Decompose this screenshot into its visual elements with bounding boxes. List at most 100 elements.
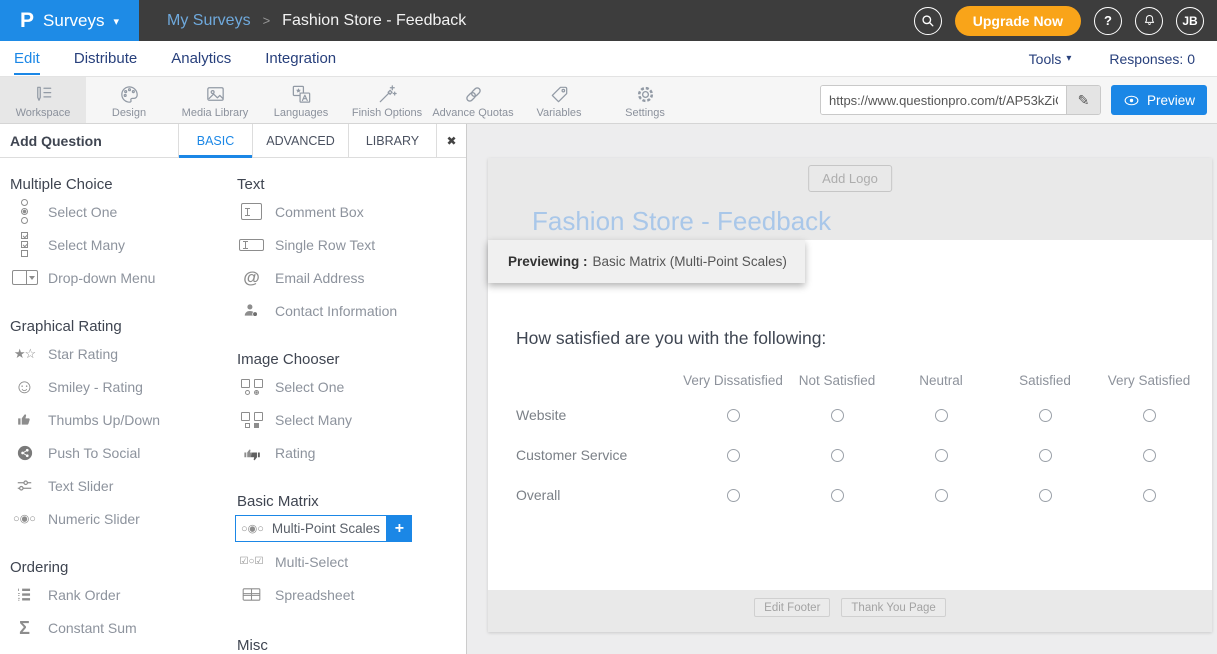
gear-icon [634, 83, 657, 106]
breadcrumb-current-survey: Fashion Store - Feedback [282, 12, 466, 30]
tools-label: Tools [1029, 51, 1062, 67]
tab-library[interactable]: LIBRARY [348, 124, 436, 157]
qtype-push-to-social[interactable]: Push To Social [8, 436, 235, 469]
close-panel-button[interactable]: ✖ [436, 124, 466, 157]
tools-dropdown[interactable]: Tools ▾ [1029, 51, 1072, 67]
radio-overall-very-satisfied[interactable] [1143, 489, 1156, 502]
qtype-rank-order[interactable]: Rank Order [8, 578, 235, 611]
qtype-spreadsheet[interactable]: Spreadsheet [235, 578, 465, 611]
thank-you-page-button[interactable]: Thank You Page [841, 598, 945, 617]
pencil-icon: ✎ [1078, 92, 1090, 109]
tab-edit[interactable]: Edit [14, 42, 40, 75]
avatar-initials: JB [1182, 14, 1197, 28]
add-logo-button[interactable]: Add Logo [808, 165, 892, 192]
qtype-select-many[interactable]: Select Many [8, 228, 235, 261]
qtype-dropdown-menu[interactable]: Drop-down Menu [8, 261, 235, 294]
section-text: Text [237, 176, 465, 193]
sliders-icon [11, 476, 38, 495]
question-preview: How satisfied are you with the following… [488, 240, 1212, 590]
previewing-value: Basic Matrix (Multi-Point Scales) [593, 254, 787, 269]
qtype-single-row-text[interactable]: Single Row Text [235, 228, 465, 261]
radio-overall-not-satisfied[interactable] [831, 489, 844, 502]
survey-nav-tabs: Edit Distribute Analytics Integration [14, 42, 336, 75]
add-question-header: Add Question BASIC ADVANCED LIBRARY ✖ [0, 124, 466, 158]
toolbar-languages[interactable]: Languages [258, 77, 344, 123]
toolbar-design[interactable]: Design [86, 77, 172, 123]
radio-website-satisfied[interactable] [1039, 409, 1052, 422]
radio-overall-neutral[interactable] [935, 489, 948, 502]
survey-url-input[interactable] [821, 86, 1066, 114]
qtype-image-rating[interactable]: Rating [235, 436, 465, 469]
search-icon [920, 13, 936, 29]
tab-analytics[interactable]: Analytics [171, 42, 231, 75]
toolbar-advance-quotas[interactable]: Advance Quotas [430, 77, 516, 123]
radio-customer-service-satisfied[interactable] [1039, 449, 1052, 462]
section-multiple-choice: Multiple Choice [10, 176, 235, 193]
numbered-list-icon [11, 585, 38, 604]
qtype-smiley-rating[interactable]: ☺ Smiley - Rating [8, 370, 235, 403]
chevron-down-icon: ▾ [113, 15, 119, 28]
radio-customer-service-very-dissatisfied[interactable] [727, 449, 740, 462]
help-button[interactable]: ? [1094, 7, 1122, 35]
edit-url-button[interactable]: ✎ [1066, 86, 1100, 114]
add-question-type-button[interactable]: + [387, 515, 412, 542]
breadcrumb-my-surveys[interactable]: My Surveys [167, 12, 251, 30]
qtype-contact-information[interactable]: Contact Information [235, 294, 465, 327]
radio-website-very-dissatisfied[interactable] [727, 409, 740, 422]
workspace-icon [32, 83, 55, 106]
qtype-email-address[interactable]: @ Email Address [235, 261, 465, 294]
qtype-numeric-slider[interactable]: ○◉○ Numeric Slider [8, 502, 235, 535]
row-label: Overall [516, 487, 681, 503]
radio-website-neutral[interactable] [935, 409, 948, 422]
toolbar-media-library[interactable]: Media Library [172, 77, 258, 123]
qtype-multi-select[interactable]: ☑○☑ Multi-Select [235, 545, 465, 578]
upgrade-now-button[interactable]: Upgrade Now [955, 6, 1081, 36]
toolbar-variables[interactable]: Variables [516, 77, 602, 123]
qtype-comment-box[interactable]: Comment Box [235, 195, 465, 228]
share-icon [11, 444, 38, 462]
toolbar-finish-options[interactable]: Finish Options [344, 77, 430, 123]
qtype-multi-point-scales-selected[interactable]: ○◉○ Multi-Point Scales + [235, 512, 465, 545]
tab-basic[interactable]: BASIC [178, 124, 252, 157]
user-avatar[interactable]: JB [1176, 7, 1204, 35]
close-icon: ✖ [446, 134, 456, 148]
qtype-text-slider[interactable]: Text Slider [8, 469, 235, 502]
qtype-image-select-one[interactable]: Select One [235, 370, 465, 403]
section-image-chooser: Image Chooser [237, 351, 465, 368]
spreadsheet-icon [238, 586, 265, 603]
qtype-partial-clipped[interactable] [8, 644, 235, 654]
toolbar-workspace[interactable]: Workspace [0, 77, 86, 123]
edit-footer-button[interactable]: Edit Footer [754, 598, 830, 617]
tab-integration[interactable]: Integration [265, 42, 336, 75]
radio-customer-service-very-satisfied[interactable] [1143, 449, 1156, 462]
search-button[interactable] [914, 7, 942, 35]
breadcrumb: My Surveys > Fashion Store - Feedback [167, 12, 466, 30]
qtype-star-rating[interactable]: ★☆ Star Rating [8, 337, 235, 370]
responses-count[interactable]: Responses: 0 [1109, 51, 1195, 67]
radio-website-not-satisfied[interactable] [831, 409, 844, 422]
product-switcher[interactable]: P Surveys ▾ [0, 0, 139, 41]
radio-overall-very-dissatisfied[interactable] [727, 489, 740, 502]
qtype-image-select-many[interactable]: Select Many [235, 403, 465, 436]
radio-website-very-satisfied[interactable] [1143, 409, 1156, 422]
preview-button[interactable]: Preview [1111, 85, 1207, 115]
radio-customer-service-neutral[interactable] [935, 449, 948, 462]
qtype-constant-sum[interactable]: Σ Constant Sum [8, 611, 235, 644]
image-icon [204, 83, 227, 106]
radio-stack-icon [11, 199, 38, 224]
qtype-thumbs-updown[interactable]: Thumbs Up/Down [8, 403, 235, 436]
tab-advanced[interactable]: ADVANCED [252, 124, 348, 157]
multi-select-icon: ☑○☑ [238, 556, 265, 567]
row-label: Customer Service [516, 447, 681, 463]
notifications-button[interactable] [1135, 7, 1163, 35]
selected-question-type[interactable]: ○◉○ Multi-Point Scales [235, 515, 387, 542]
radio-customer-service-not-satisfied[interactable] [831, 449, 844, 462]
single-row-icon [238, 239, 265, 251]
tab-distribute[interactable]: Distribute [74, 42, 137, 75]
magic-wand-icon [376, 83, 399, 106]
toolbar-settings[interactable]: Settings [602, 77, 688, 123]
radio-overall-satisfied[interactable] [1039, 489, 1052, 502]
qtype-select-one[interactable]: Select One [8, 195, 235, 228]
survey-preview-area: Add Logo Fashion Store - Feedback Previe… [467, 124, 1217, 654]
chevron-down-icon: ▾ [1066, 53, 1071, 64]
